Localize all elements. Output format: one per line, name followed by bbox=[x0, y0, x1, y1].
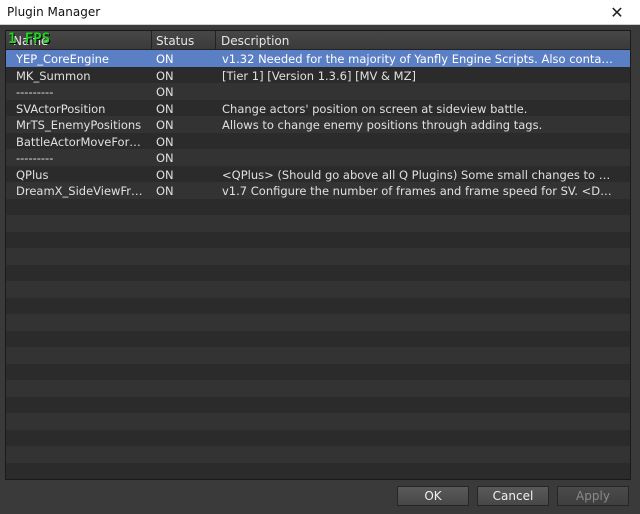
plugin-name: DreamX_SideViewFrames bbox=[16, 184, 146, 198]
plugin-description: v1.32 Needed for the majority of Yanfly … bbox=[222, 52, 614, 66]
plugin-row[interactable]: --------- ON bbox=[6, 149, 630, 166]
empty-row[interactable] bbox=[6, 314, 630, 331]
plugin-row[interactable]: BattleActorMoveForward ON bbox=[6, 132, 630, 149]
ok-button[interactable]: OK bbox=[397, 486, 469, 506]
empty-row[interactable] bbox=[6, 198, 630, 215]
column-separator[interactable] bbox=[151, 31, 152, 49]
empty-row[interactable] bbox=[6, 231, 630, 248]
plugin-row[interactable]: MK_Summon ON [Tier 1] [Version 1.3.6] [MV … bbox=[6, 66, 630, 83]
empty-row[interactable] bbox=[6, 446, 630, 463]
empty-row[interactable] bbox=[6, 347, 630, 364]
plugin-description: <QPlus> (Should go above all Q Plugins) … bbox=[222, 167, 614, 182]
plugin-name: MK_Summon bbox=[16, 68, 91, 83]
empty-row[interactable] bbox=[6, 297, 630, 314]
empty-row[interactable] bbox=[6, 363, 630, 380]
list-header: Name Status Description 1 FPS bbox=[6, 31, 630, 50]
plugin-name: YEP_CoreEngine bbox=[16, 52, 110, 66]
plugin-row[interactable]: SVActorPosition ON Change actors' position… bbox=[6, 99, 630, 116]
plugin-status: ON bbox=[156, 167, 174, 182]
plugin-manager-window: Plugin Manager ✕ Name Status Description… bbox=[0, 0, 640, 514]
plugin-name: --------- bbox=[16, 85, 54, 99]
list-rows: YEP_CoreEngine ON v1.32 Needed for the maj… bbox=[6, 50, 630, 479]
plugin-status: ON bbox=[156, 101, 174, 116]
empty-row[interactable] bbox=[6, 264, 630, 281]
window-title: Plugin Manager bbox=[7, 5, 101, 19]
plugin-description: [Tier 1] [Version 1.3.6] [MV & MZ] bbox=[222, 68, 416, 83]
plugin-row[interactable]: --------- ON bbox=[6, 83, 630, 100]
plugin-row[interactable]: MrTS_EnemyPositions ON Allows to change en… bbox=[6, 116, 630, 133]
plugin-status: ON bbox=[156, 118, 174, 132]
plugin-description: Allows to change enemy positions through… bbox=[222, 118, 543, 132]
header-status[interactable]: Status bbox=[156, 34, 194, 48]
empty-row[interactable] bbox=[6, 248, 630, 265]
empty-row[interactable] bbox=[6, 413, 630, 430]
plugin-name: MrTS_EnemyPositions bbox=[16, 118, 142, 132]
plugin-row[interactable]: QPlus ON <QPlus> (Should go above all Q Pl… bbox=[6, 165, 630, 182]
plugin-name: BattleActorMoveForward bbox=[16, 134, 146, 149]
empty-row[interactable] bbox=[6, 215, 630, 232]
plugin-description: v1.7 Configure the number of frames and … bbox=[222, 184, 614, 198]
plugin-status: ON bbox=[156, 68, 174, 83]
empty-row[interactable] bbox=[6, 429, 630, 446]
plugin-list[interactable]: Name Status Description 1 FPS YEP_CoreEn… bbox=[5, 30, 631, 480]
plugin-status: ON bbox=[156, 184, 174, 198]
header-description[interactable]: Description bbox=[221, 34, 289, 48]
column-separator[interactable] bbox=[215, 31, 216, 49]
title-bar: Plugin Manager ✕ bbox=[0, 0, 640, 25]
plugin-row[interactable]: DreamX_SideViewFrames ON v1.7 Configure th… bbox=[6, 182, 630, 199]
empty-row[interactable] bbox=[6, 380, 630, 397]
plugin-name: SVActorPosition bbox=[16, 101, 106, 116]
plugin-row[interactable]: YEP_CoreEngine ON v1.32 Needed for the maj… bbox=[6, 50, 630, 67]
cancel-button[interactable]: Cancel bbox=[477, 486, 549, 506]
empty-row[interactable] bbox=[6, 330, 630, 347]
empty-row[interactable] bbox=[6, 462, 630, 479]
plugin-status: ON bbox=[156, 85, 174, 99]
plugin-status: ON bbox=[156, 151, 174, 165]
plugin-name: --------- bbox=[16, 151, 54, 165]
plugin-status: ON bbox=[156, 52, 174, 66]
empty-row[interactable] bbox=[6, 396, 630, 413]
plugin-status: ON bbox=[156, 134, 174, 149]
plugin-name: QPlus bbox=[16, 167, 49, 182]
close-icon[interactable]: ✕ bbox=[594, 0, 640, 24]
fps-counter: 1 FPS bbox=[8, 31, 51, 47]
empty-row[interactable] bbox=[6, 281, 630, 298]
apply-button[interactable]: Apply bbox=[557, 486, 629, 506]
plugin-description: Change actors' position on screen at sid… bbox=[222, 101, 528, 116]
